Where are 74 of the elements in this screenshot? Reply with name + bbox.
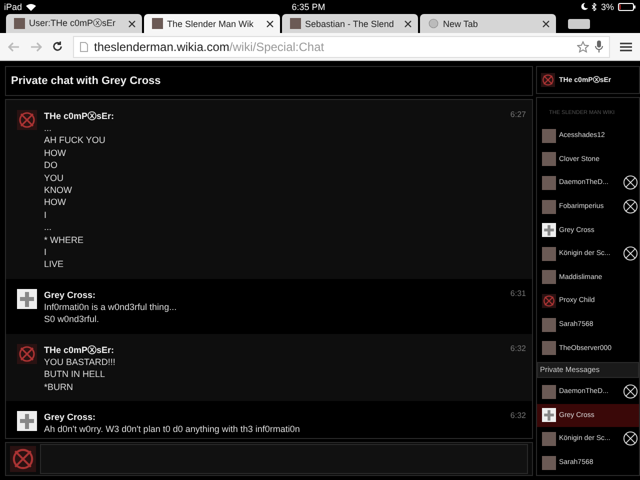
crossed-circle-avatar bbox=[541, 73, 555, 87]
microphone-icon[interactable] bbox=[595, 40, 603, 53]
star-icon[interactable] bbox=[577, 40, 589, 52]
browser-tab[interactable]: Sebastian - The Slend bbox=[282, 14, 418, 33]
url-text: theslenderman.wikia.com/wiki/Special:Chat bbox=[94, 40, 324, 54]
clock-time: 6:35 PM bbox=[292, 2, 326, 12]
message-text: BUTN IN HELL bbox=[44, 368, 106, 380]
battery-icon bbox=[618, 2, 636, 10]
page-icon bbox=[80, 42, 88, 52]
message-time: 6:32 bbox=[510, 410, 526, 422]
message-text: DO bbox=[44, 159, 58, 172]
chat-title: Private chat with Grey Cross bbox=[5, 66, 533, 96]
crossed-circle-avatar bbox=[10, 446, 36, 472]
menu-icon[interactable] bbox=[620, 42, 632, 52]
message-text: ... bbox=[44, 221, 53, 234]
photo-placeholder bbox=[542, 456, 556, 470]
message-text: HOW bbox=[44, 196, 67, 209]
sender-name: Grey Cross: bbox=[44, 410, 97, 423]
crossed-circle-avatar bbox=[542, 294, 556, 308]
photo-placeholder bbox=[542, 200, 556, 214]
moon-icon bbox=[580, 3, 588, 10]
photo-placeholder bbox=[542, 384, 556, 399]
photo-placeholder bbox=[290, 18, 301, 29]
browser-tab[interactable]: New Tab bbox=[420, 14, 556, 33]
photo-placeholder bbox=[14, 18, 25, 29]
cross-avatar bbox=[542, 408, 556, 422]
photo-placeholder bbox=[542, 270, 556, 284]
message-input[interactable] bbox=[40, 444, 528, 474]
message-text: LIVE bbox=[44, 258, 65, 271]
photo-placeholder bbox=[542, 176, 556, 190]
battery-percent: 3% bbox=[600, 2, 614, 12]
photo-placeholder bbox=[542, 246, 556, 261]
message-text: S0 w0nd3rful. bbox=[44, 313, 100, 326]
reload-icon[interactable] bbox=[52, 41, 63, 52]
message-text: *BURN bbox=[44, 380, 74, 393]
cross-avatar bbox=[542, 223, 556, 238]
close-icon[interactable] bbox=[404, 20, 412, 28]
globe-icon bbox=[428, 18, 439, 29]
photo-placeholder bbox=[542, 341, 556, 356]
photo-placeholder bbox=[542, 318, 556, 332]
message-text: YOU bbox=[44, 172, 65, 184]
photo-placeholder bbox=[542, 152, 556, 166]
message-text: * WHERE bbox=[44, 234, 85, 246]
sender-name: THe c0mPⓧsEr: bbox=[44, 344, 116, 356]
cross-avatar bbox=[17, 288, 37, 309]
crossed-circle-avatar bbox=[17, 344, 37, 364]
photo-placeholder bbox=[542, 128, 556, 143]
bluetooth-icon bbox=[592, 2, 597, 10]
close-icon[interactable] bbox=[266, 20, 274, 28]
message-text: Inf0rmati0n is a w0nd3rful thing... bbox=[44, 300, 178, 314]
device-name: iPad bbox=[4, 2, 22, 12]
message-text: I bbox=[44, 208, 48, 222]
browser-tab[interactable]: The Slender Man Wik bbox=[144, 14, 280, 33]
photo-placeholder bbox=[152, 18, 163, 29]
cross-avatar bbox=[17, 410, 37, 431]
message-text: AH FUCK YOU bbox=[44, 134, 106, 147]
message-text: KNOW bbox=[44, 184, 73, 196]
browser-tab[interactable]: User:THe c0mPⓧsEr bbox=[6, 14, 142, 33]
message-text: I bbox=[44, 246, 48, 258]
sender-name: THe c0mPⓧsEr: bbox=[44, 110, 116, 122]
wifi-icon bbox=[26, 2, 36, 10]
photo-placeholder bbox=[542, 432, 556, 446]
crossed-circle-avatar bbox=[17, 110, 37, 130]
address-field[interactable]: theslenderman.wikia.com/wiki/Special:Chat bbox=[73, 36, 610, 58]
message-text: Ah d0n't w0rry. W3 d0n't plan t0 d0 anything with th3 inf0rmati0n bbox=[44, 422, 301, 436]
message-time: 6:27 bbox=[510, 110, 526, 121]
close-icon[interactable] bbox=[128, 20, 136, 28]
sender-name: Grey Cross: bbox=[44, 288, 97, 301]
close-icon[interactable] bbox=[542, 20, 550, 28]
message-text: YOU BASTARD!!! bbox=[44, 356, 116, 368]
message-time: 6:32 bbox=[510, 344, 526, 355]
message-text: ... bbox=[44, 122, 53, 134]
message-time: 6:31 bbox=[510, 288, 526, 300]
message-text: HOW bbox=[44, 146, 67, 160]
